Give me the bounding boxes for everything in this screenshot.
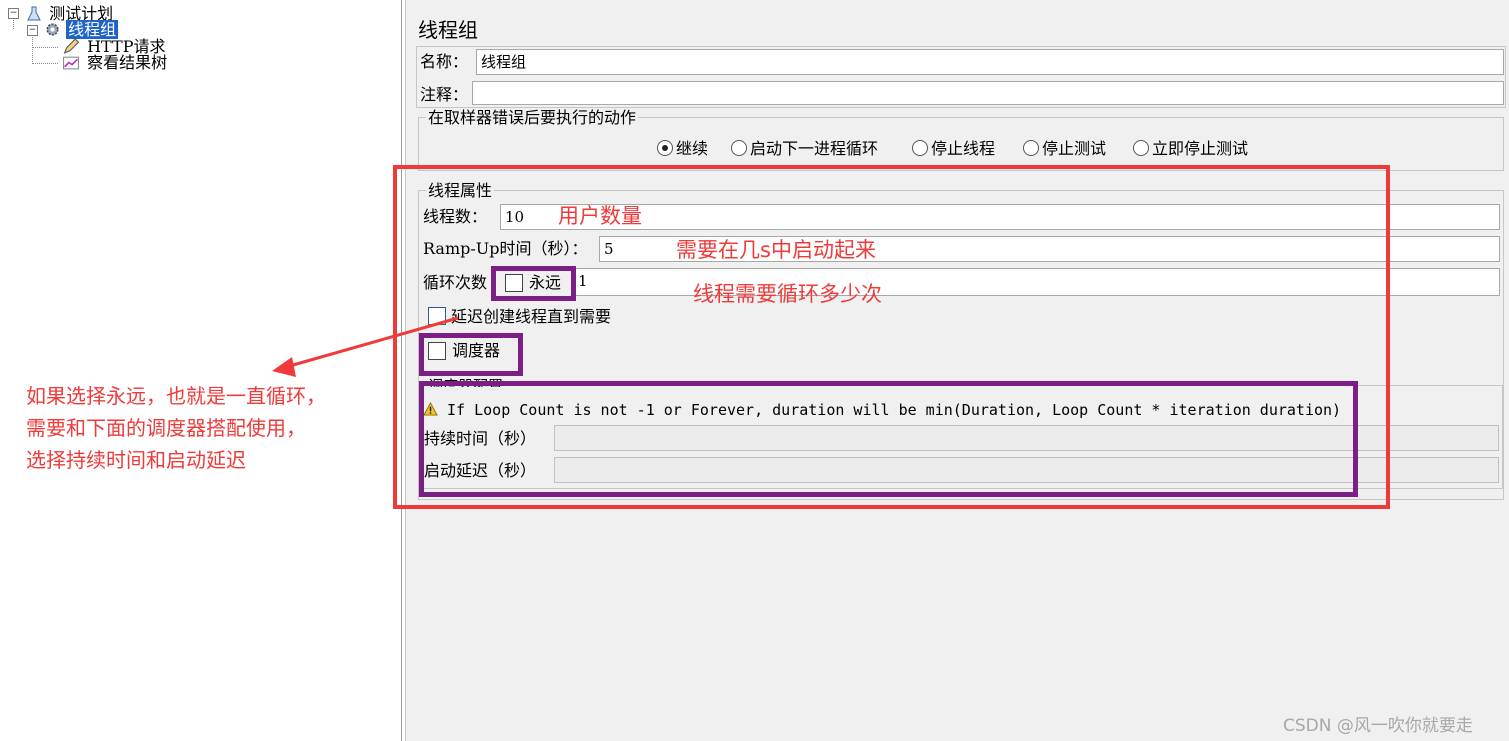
- arrow-head: [272, 357, 296, 377]
- annotation-left-line2: 需要和下面的调度器搭配使用，: [26, 416, 306, 440]
- arrow-line: [285, 316, 459, 369]
- watermark: CSDN @风一吹你就要走: [1283, 716, 1473, 736]
- annotation-left-line3: 选择持续时间和启动延迟: [26, 448, 246, 472]
- annotation-arrow: [272, 316, 459, 377]
- annotation-left-line1: 如果选择永远，也就是一直循环，: [26, 384, 326, 408]
